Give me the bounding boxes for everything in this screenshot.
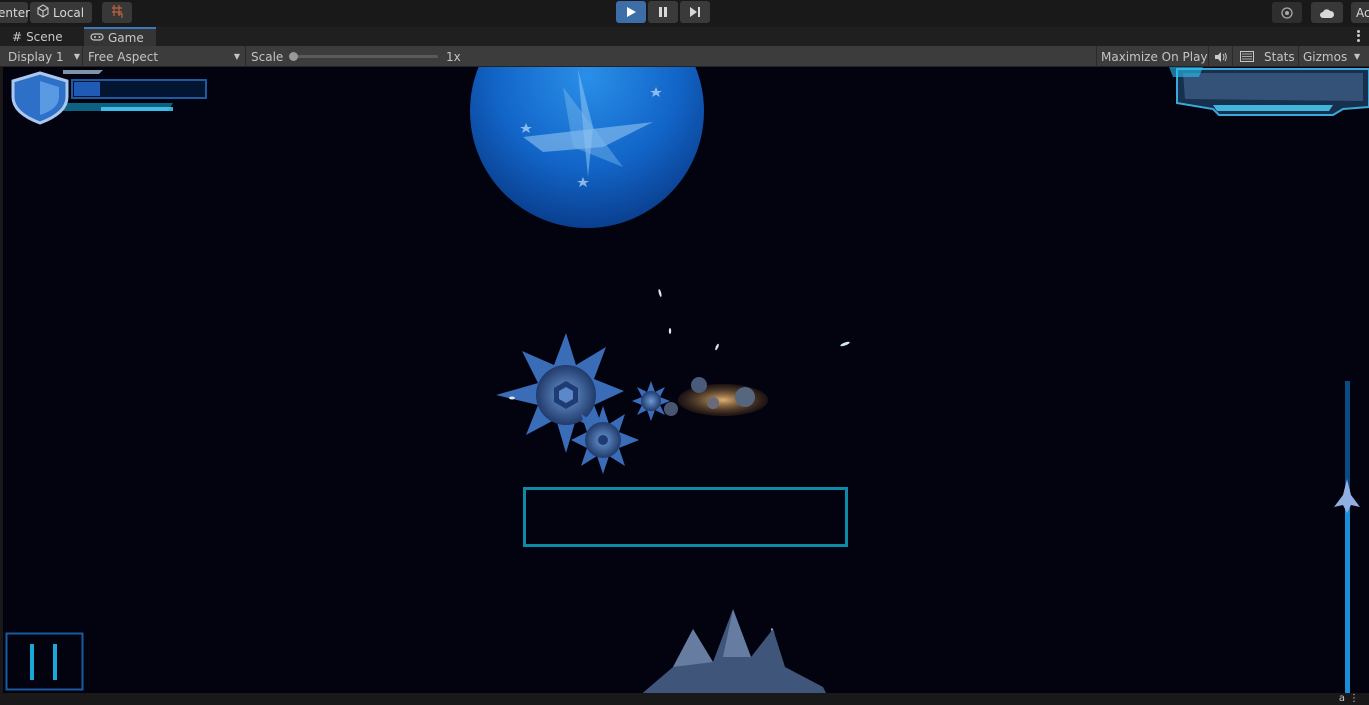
maximize-on-play-toggle[interactable]: Maximize On Play: [1101, 46, 1208, 67]
player-ship-icon: [1334, 479, 1360, 513]
keyboard-icon: [1240, 51, 1254, 62]
gamepad-icon: [90, 31, 104, 45]
aspect-label: Free Aspect: [88, 49, 159, 64]
cube-icon: [36, 4, 50, 21]
shortcuts-button[interactable]: [1238, 46, 1256, 67]
scale-value: 1x: [446, 49, 461, 64]
gizmos-button[interactable]: Gizmos: [1303, 46, 1347, 67]
display-label: Display 1: [8, 49, 64, 64]
chevron-down-icon: ▼: [233, 52, 240, 61]
play-icon: [627, 7, 636, 17]
local-toggle-button[interactable]: Local: [30, 2, 92, 23]
gizmos-dropdown-icon[interactable]: ▼: [1354, 46, 1360, 67]
services-button[interactable]: [1272, 2, 1302, 23]
tab-menu-icon[interactable]: [1355, 29, 1361, 43]
tab-game-label: Game: [108, 30, 144, 45]
aspect-dropdown[interactable]: Free Aspect ▼: [88, 46, 242, 67]
view-tab-bar: # Scene Game: [0, 27, 1369, 46]
playmode-controls: [616, 1, 710, 23]
services-icon: [1281, 6, 1293, 19]
pause-game-button[interactable]: [5, 632, 84, 691]
account-button[interactable]: Ac: [1351, 2, 1369, 23]
chevron-down-icon: ▼: [73, 52, 80, 61]
game-scene: [5, 67, 1369, 693]
stats-button[interactable]: Stats: [1264, 46, 1295, 67]
scale-slider[interactable]: [289, 52, 438, 61]
hash-icon: #: [12, 29, 23, 44]
display-dropdown[interactable]: Display 1 ▼: [8, 46, 82, 67]
step-icon: [690, 7, 700, 17]
message-box: [523, 487, 848, 547]
pause-icon: [659, 7, 667, 17]
tab-game[interactable]: Game: [84, 27, 156, 46]
mute-audio-button[interactable]: [1212, 46, 1230, 67]
status-bar: a ⋮: [0, 693, 1369, 705]
scale-label: Scale: [251, 49, 284, 64]
spiked-mine-bottom: [642, 609, 826, 693]
game-view-controls: Display 1 ▼ Free Aspect ▼ Scale 1x Maxim…: [0, 46, 1369, 67]
pause-button[interactable]: [648, 1, 678, 23]
account-label: Ac: [1356, 5, 1369, 20]
game-viewport[interactable]: [3, 67, 1369, 693]
health-bar-fill: [74, 82, 100, 96]
pivot-toggle-button[interactable]: enter: [0, 2, 31, 23]
main-toolbar: enter Local Ac: [0, 0, 1369, 26]
grid-snap-button[interactable]: [102, 2, 132, 23]
projectiles: [509, 289, 850, 669]
play-button[interactable]: [616, 1, 646, 23]
local-label: Local: [53, 5, 85, 20]
score-panel: [1169, 67, 1369, 116]
asteroid-debris: [664, 377, 768, 416]
ice-planet: [470, 67, 704, 228]
tab-scene[interactable]: # Scene: [6, 27, 82, 46]
grid-snap-icon: [109, 3, 125, 22]
progress-track: [1334, 381, 1360, 693]
pivot-label: enter: [0, 5, 31, 20]
step-button[interactable]: [680, 1, 710, 23]
pause-icon: [30, 644, 34, 680]
cloud-button[interactable]: [1311, 2, 1343, 23]
tab-scene-label: Scene: [26, 29, 63, 44]
speaker-icon: [1215, 51, 1227, 62]
shield-hud: [11, 70, 207, 125]
scale-slider-handle[interactable]: [289, 52, 298, 61]
spiked-mine-small: [632, 381, 670, 421]
status-indicator-icon: a: [1338, 693, 1345, 704]
cloud-icon: [1320, 8, 1335, 18]
status-menu-icon[interactable]: ⋮: [1349, 693, 1359, 704]
